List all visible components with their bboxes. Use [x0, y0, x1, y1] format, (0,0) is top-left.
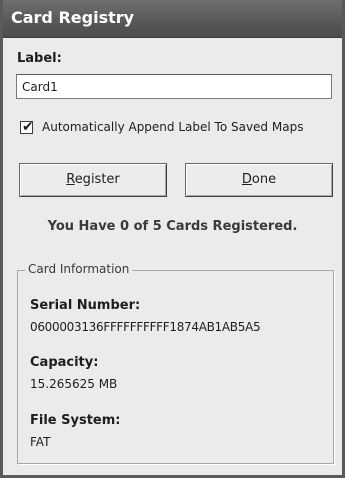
group-title: Card Information	[25, 262, 133, 276]
capacity-value: 15.265625 MB	[30, 377, 118, 391]
file-system-value: FAT	[30, 435, 51, 449]
register-button[interactable]: Register	[19, 163, 167, 197]
done-mnemonic: D	[241, 172, 252, 187]
auto-append-checkbox[interactable]: ✔	[20, 119, 34, 135]
file-system-label: File System:	[30, 413, 121, 428]
label-input[interactable]	[16, 74, 332, 99]
register-label: egister	[74, 172, 120, 187]
checkmark-icon: ✔	[22, 119, 34, 135]
registered-count-status: You Have 0 of 5 Cards Registered.	[47, 219, 298, 234]
card-information-group: Card Information Serial Number: 06000031…	[17, 262, 334, 464]
serial-number-value: 0600003136FFFFFFFFFF1874AB1AB5A5	[30, 320, 261, 334]
label-heading: Label:	[17, 51, 62, 66]
auto-append-label[interactable]: Automatically Append Label To Saved Maps	[42, 120, 303, 134]
card-registry-window: Card Registry Label: ✔ Automatically App…	[0, 0, 345, 478]
done-button[interactable]: Done	[185, 163, 333, 197]
capacity-label: Capacity:	[30, 355, 99, 370]
title-bar[interactable]: Card Registry	[3, 0, 342, 38]
serial-number-label: Serial Number:	[30, 298, 141, 313]
window-title: Card Registry	[11, 8, 135, 27]
register-mnemonic: R	[66, 172, 75, 187]
done-label: one	[251, 172, 277, 187]
